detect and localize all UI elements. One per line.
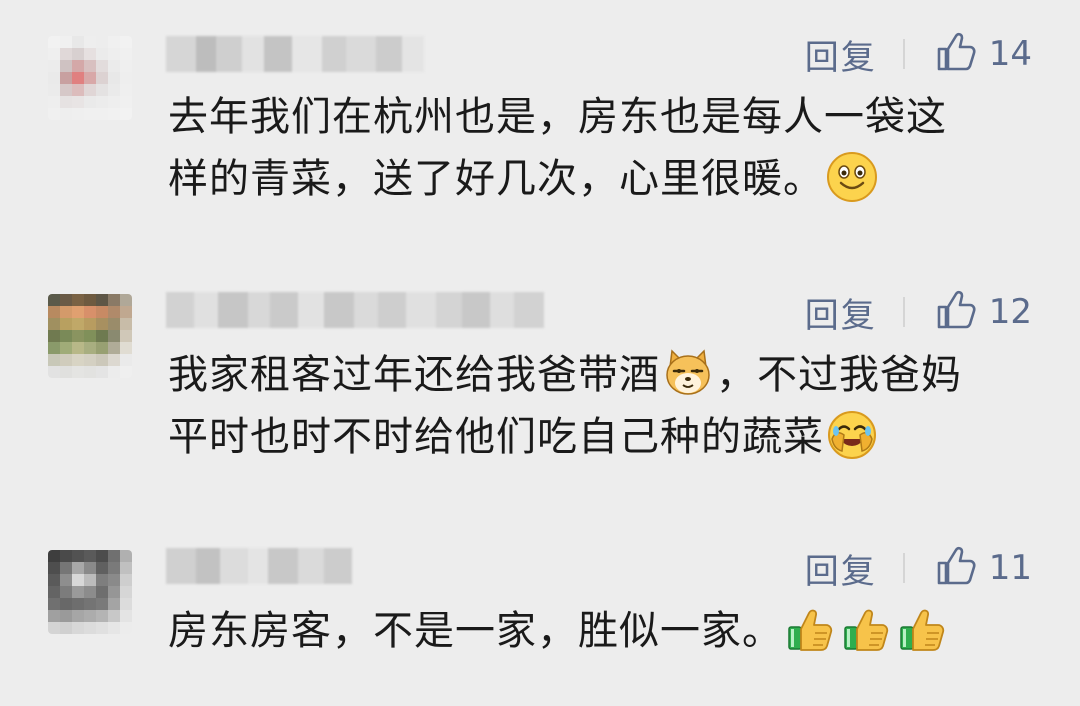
divider <box>902 297 905 327</box>
like-button[interactable]: 14 <box>935 31 1032 77</box>
avatar[interactable] <box>48 294 132 378</box>
divider <box>902 553 905 583</box>
like-count: 11 <box>988 548 1032 588</box>
comment-line-with-emoji: 房东房客，不是一家，胜似一家。 <box>168 600 1028 662</box>
thumbs-up-emoji-icon <box>897 603 949 655</box>
comment-line: 平时也时不时给他们吃自己种的蔬菜 <box>168 414 824 460</box>
comment-line: 房东房客，不是一家，胜似一家。 <box>168 608 783 654</box>
comment-actions: 回复 11 <box>805 544 1032 593</box>
comment-actions: 回复 12 <box>805 288 1032 337</box>
smile-emoji-icon <box>826 151 878 203</box>
avatar[interactable] <box>48 550 132 634</box>
facepalm-laugh-emoji-icon <box>826 409 878 461</box>
reply-button[interactable]: 回复 <box>805 30 877 79</box>
comment-text-part: ，不过我爸妈 <box>716 352 962 398</box>
reply-button[interactable]: 回复 <box>805 288 877 337</box>
thumbs-up-outline-icon <box>935 545 977 591</box>
username-blurred[interactable] <box>166 292 544 328</box>
like-count: 12 <box>988 292 1032 332</box>
divider <box>902 39 905 69</box>
reply-button[interactable]: 回复 <box>805 544 877 593</box>
username-blurred[interactable] <box>166 36 424 72</box>
comment-line: 去年我们在杭州也是，房东也是每人一袋这 <box>168 94 947 140</box>
comment-text: 我家租客过年还给我爸带酒 ，不过我爸妈 平时也时不时给他们吃自己种的蔬菜 <box>168 344 1028 468</box>
thumbs-up-outline-icon <box>935 31 977 77</box>
comment-text-part: 我家租客过年还给我爸带酒 <box>168 352 660 398</box>
comment-text: 房东房客，不是一家，胜似一家。 <box>168 600 1028 662</box>
doge-emoji-icon <box>662 347 714 399</box>
comment-text: 去年我们在杭州也是，房东也是每人一袋这 样的青菜，送了好几次，心里很暖。 <box>168 86 1028 210</box>
like-button[interactable]: 12 <box>935 289 1032 335</box>
like-button[interactable]: 11 <box>935 545 1032 591</box>
comment-line-with-emoji: 平时也时不时给他们吃自己种的蔬菜 <box>168 406 1028 468</box>
comment-line-with-emoji: 样的青菜，送了好几次，心里很暖。 <box>168 148 1028 210</box>
comment-line-with-emoji: 我家租客过年还给我爸带酒 ，不过我爸妈 <box>168 344 1028 406</box>
thumbs-up-emoji-icon <box>785 603 837 655</box>
comment-actions: 回复 14 <box>805 30 1032 79</box>
like-count: 14 <box>988 34 1032 74</box>
thumbs-up-outline-icon <box>935 289 977 335</box>
comment-line: 样的青菜，送了好几次，心里很暖。 <box>168 156 824 202</box>
thumbs-up-emoji-icon <box>841 603 893 655</box>
username-blurred[interactable] <box>166 548 352 584</box>
avatar[interactable] <box>48 36 132 120</box>
